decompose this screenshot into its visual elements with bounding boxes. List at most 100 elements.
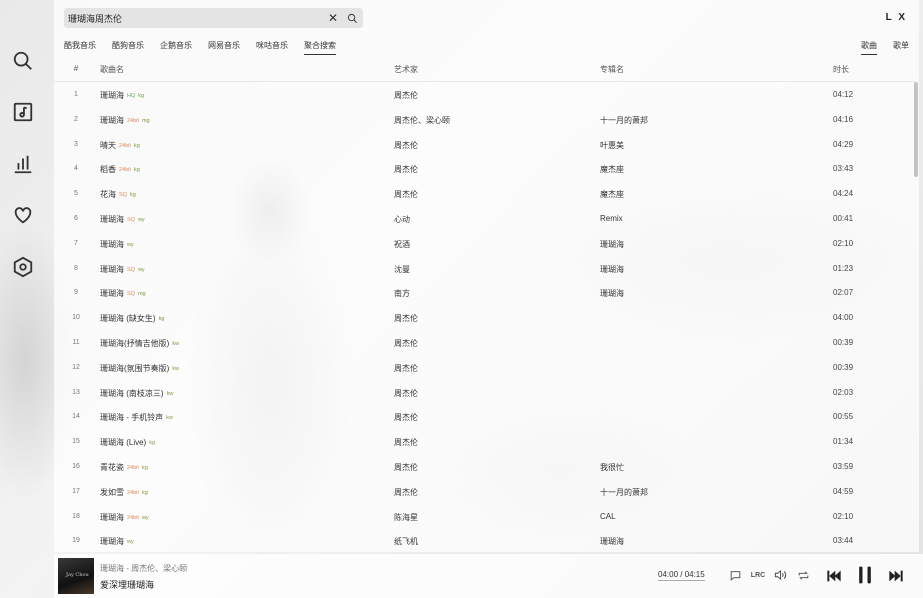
type-tab[interactable]: 歌曲 (861, 40, 877, 55)
song-name-cell: 珊瑚海(抒情吉他版) kw (100, 338, 390, 349)
lyric-toggle-button[interactable]: LRC (750, 568, 766, 582)
table-row[interactable]: 5 花海 SQ kg 周杰伦 魔杰座 04:24 (54, 181, 916, 206)
album-cell[interactable]: 珊瑚海 (600, 264, 830, 275)
table-row[interactable]: 16 青花瓷 24bit kg 周杰伦 我很忙 03:59 (54, 454, 916, 479)
table-row[interactable]: 14 珊瑚海 - 手机铃声 kw 周杰伦 00:55 (54, 404, 916, 429)
artist-cell[interactable]: 周杰伦 (394, 90, 594, 101)
clear-icon[interactable]: ✕ (326, 11, 340, 25)
album-cell[interactable]: CAL (600, 512, 830, 521)
search-button-icon[interactable] (345, 11, 359, 25)
source-badge: kg (149, 440, 156, 447)
table-row[interactable]: 17 发如雪 24bit kg 周杰伦 十一月的萧邦 04:59 (54, 479, 916, 504)
duration-cell: 01:23 (833, 263, 854, 273)
table-row[interactable]: 8 珊瑚海 SQ wy 沈曼 珊瑚海 01:23 (54, 256, 916, 281)
play-time: 04:00 / 04:15 (658, 570, 705, 581)
type-tab[interactable]: 歌单 (893, 40, 909, 55)
previous-track-icon[interactable] (824, 568, 844, 584)
song-name-cell: 珊瑚海 24bit wy (100, 512, 390, 523)
artist-cell[interactable]: 周杰伦 (394, 388, 594, 399)
row-number: 19 (72, 537, 80, 545)
source-badge: kw (172, 340, 180, 347)
artist-cell[interactable]: 周杰伦 (394, 437, 594, 448)
artist-cell[interactable]: 陈海星 (394, 512, 594, 523)
heart-icon[interactable] (11, 203, 35, 227)
row-number: 10 (72, 314, 80, 322)
album-cell[interactable]: 珊瑚海 (600, 288, 830, 299)
artist-cell[interactable]: 周杰伦 (394, 338, 594, 349)
album-cell[interactable]: 珊瑚海 (600, 536, 830, 547)
song-title: 青花瓷 (100, 462, 124, 472)
table-row[interactable]: 13 珊瑚海 (南枝凉三) kw 周杰伦 02:03 (54, 380, 916, 405)
source-badge: wy (137, 216, 145, 223)
comment-icon[interactable] (728, 568, 742, 582)
album-cover[interactable]: Jay Chou (58, 558, 94, 594)
song-name-cell: 珊瑚海 wy (100, 536, 390, 547)
album-cell[interactable]: 十一月的萧邦 (600, 487, 830, 498)
artist-cell[interactable]: 周杰伦 (394, 164, 594, 175)
duration-cell: 04:12 (833, 90, 854, 99)
scrollbar[interactable] (914, 82, 918, 177)
artist-cell[interactable]: 祝酒 (394, 239, 594, 250)
source-tab[interactable]: 酷我音乐 (64, 40, 96, 55)
repeat-icon[interactable] (796, 568, 810, 582)
row-number: 7 (74, 239, 78, 247)
artist-cell[interactable]: 周杰伦 (394, 189, 594, 200)
table-row[interactable]: 10 珊瑚海 (缺女生) kg 周杰伦 04:00 (54, 305, 916, 330)
source-badge: kg (138, 93, 145, 99)
table-row[interactable]: 15 珊瑚海 (Live) kg 周杰伦 01:34 (54, 429, 916, 454)
search-input[interactable] (68, 13, 318, 23)
artist-cell[interactable]: 周杰伦 (394, 313, 594, 324)
artist-cell[interactable]: 周杰伦 (394, 363, 594, 374)
pause-icon[interactable] (854, 566, 876, 584)
source-tab[interactable]: 酷狗音乐 (112, 40, 144, 55)
album-cell[interactable]: 珊瑚海 (600, 239, 830, 250)
table-row[interactable]: 6 珊瑚海 SQ wy 心动 Remix 00:41 (54, 206, 916, 231)
source-tab[interactable]: 咪咕音乐 (256, 40, 288, 55)
artist-cell[interactable]: 纸飞机 (394, 536, 594, 547)
table-row[interactable]: 12 珊瑚海(氛围节奏版) kw 周杰伦 00:39 (54, 355, 916, 380)
bar-chart-icon[interactable] (11, 152, 35, 176)
album-cell[interactable]: Remix (600, 214, 830, 223)
album-cell[interactable]: 魔杰座 (600, 189, 830, 200)
table-row[interactable]: 7 珊瑚海 wy 祝酒 珊瑚海 02:10 (54, 231, 916, 256)
settings-icon[interactable] (11, 255, 35, 279)
song-title: 珊瑚海 (Live) (100, 438, 147, 448)
source-tab[interactable]: 企鹅音乐 (160, 40, 192, 55)
header-num: # (73, 64, 79, 73)
artist-cell[interactable]: 周杰伦 (394, 487, 594, 498)
next-track-icon[interactable] (886, 568, 906, 584)
song-name-cell: 花海 SQ kg (100, 189, 390, 200)
source-badge: mg (137, 291, 146, 298)
artist-cell[interactable]: 周杰伦 (394, 412, 594, 423)
artist-cell[interactable]: 南方 (394, 288, 594, 299)
row-number: 6 (74, 214, 78, 222)
table-row[interactable]: 1 珊瑚海 HQ kg 周杰伦 04:12 (54, 82, 916, 107)
music-note-icon[interactable] (11, 100, 35, 124)
source-badge: kg (158, 316, 165, 323)
album-cell[interactable]: 十一月的萧邦 (600, 115, 830, 126)
table-row[interactable]: 11 珊瑚海(抒情吉他版) kw 周杰伦 00:39 (54, 330, 916, 355)
source-badge: wy (137, 266, 145, 273)
table-row[interactable]: 3 晴天 24bit kg 周杰伦 叶惠美 04:29 (54, 132, 916, 157)
search-icon[interactable] (11, 49, 35, 73)
album-cell[interactable]: 魔杰座 (600, 164, 830, 175)
artist-cell[interactable]: 心动 (394, 214, 594, 225)
table-row[interactable]: 19 珊瑚海 wy 纸飞机 珊瑚海 03:44 (54, 528, 916, 553)
table-row[interactable]: 4 稻香 24bit kg 周杰伦 魔杰座 03:43 (54, 156, 916, 181)
duration-cell: 04:16 (833, 114, 854, 124)
source-tab[interactable]: 网易音乐 (208, 40, 240, 55)
volume-icon[interactable] (772, 568, 788, 582)
artist-cell[interactable]: 沈曼 (394, 264, 594, 275)
artist-cell[interactable]: 周杰伦 (394, 140, 594, 151)
source-badge: kg (141, 464, 148, 471)
artist-cell[interactable]: 周杰伦、梁心颐 (394, 115, 594, 126)
song-name-cell: 珊瑚海(氛围节奏版) kw (100, 363, 390, 374)
album-cell[interactable]: 叶惠美 (600, 140, 830, 151)
source-tab[interactable]: 聚合搜索 (304, 40, 336, 55)
table-row[interactable]: 9 珊瑚海 SQ mg 南方 珊瑚海 02:07 (54, 280, 916, 305)
table-row[interactable]: 18 珊瑚海 24bit wy 陈海星 CAL 02:10 (54, 504, 916, 529)
album-cell[interactable]: 我很忙 (600, 462, 830, 473)
artist-cell[interactable]: 周杰伦 (394, 462, 594, 473)
table-row[interactable]: 2 珊瑚海 24bit mg 周杰伦、梁心颐 十一月的萧邦 04:16 (54, 107, 916, 132)
now-playing-title[interactable]: 珊瑚海 - 周杰伦、梁心颐 (100, 563, 187, 574)
